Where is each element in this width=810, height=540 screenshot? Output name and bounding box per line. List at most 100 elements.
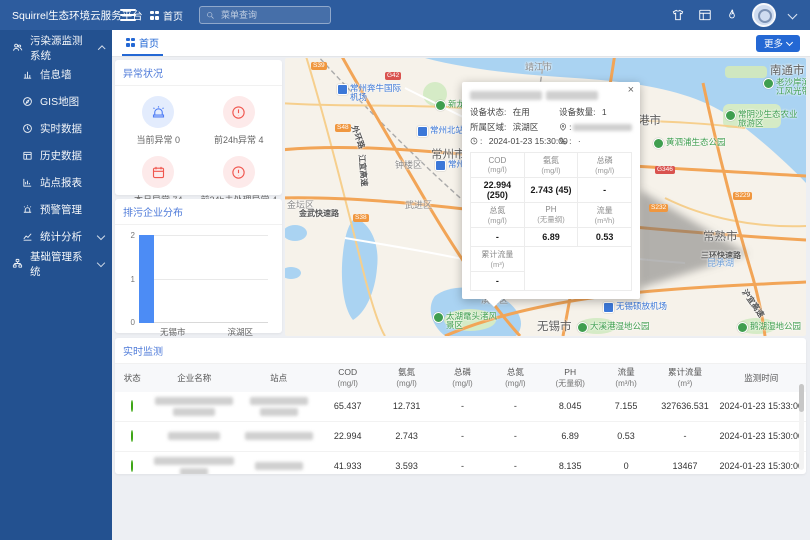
map-label-nantong: 南通市 [770, 62, 805, 78]
station-name-redacted [240, 397, 317, 416]
table-row[interactable]: 22.9942.743 -- 6.890.53 -2024-01-23 15:3… [115, 421, 806, 451]
topbar-home-label: 首页 [163, 8, 183, 23]
chevron-up-icon [97, 45, 105, 53]
region: 所属区域: 滨湖区 [470, 121, 559, 133]
poi-label: 老沙岸滨江风光带 [776, 78, 806, 97]
park-icon [435, 100, 446, 111]
gis-map[interactable]: 靖江市 南通市 张家港市 常州市 钟楼区 武进区 金坛区 金武快速路 无锡市 滨… [285, 58, 806, 336]
sidebar: 污染源监测系统 信息墙 GIS地图 实时数据 历史数据 站点报表 预警管理 [0, 30, 112, 540]
alert-circle-icon [231, 105, 246, 120]
hamburger-menu-icon[interactable] [120, 9, 136, 21]
train-icon [435, 160, 446, 171]
topbar-home-link[interactable]: 首页 [150, 8, 183, 23]
poi-shuofang-airport[interactable]: 无锡硕放机场 [603, 302, 667, 313]
park-icon [763, 78, 774, 89]
clock-icon [22, 123, 33, 134]
dashboard-page: 异常状况 当前异常 0 前24h异常 4 本月异常 74 前24h未处理异常 4… [112, 56, 810, 540]
poi-label: 无锡硕放机场 [616, 302, 667, 311]
sidebar-item-station-report[interactable]: 站点报表 [0, 169, 112, 196]
search-input[interactable] [219, 9, 324, 21]
tab-home[interactable]: 首页 [122, 30, 163, 56]
phone: : · [559, 136, 632, 146]
sidebar-item-info-wall[interactable]: 信息墙 [0, 61, 112, 88]
company-name-redacted [151, 457, 238, 474]
user-menu-chevron-down-icon[interactable] [788, 9, 798, 19]
info-wall-icon [22, 69, 33, 80]
stat-value: 0 [175, 135, 180, 145]
user-avatar[interactable] [752, 3, 776, 27]
location-pin-icon [559, 123, 567, 131]
road-badge: S229 [733, 192, 752, 200]
layout-size-icon[interactable] [698, 8, 712, 22]
tab-bar: 首页 更多 [112, 30, 810, 57]
flame-icon[interactable] [725, 8, 739, 22]
scrollbar-track[interactable] [799, 384, 804, 470]
sidebar-item-label: 信息墙 [40, 67, 72, 82]
stat-label: 前24h异常 [214, 135, 256, 145]
park-icon [577, 322, 588, 333]
calendar-icon [151, 165, 166, 180]
menu-search[interactable] [199, 6, 331, 24]
road-badge: S39 [311, 62, 327, 70]
enterprise-distribution-panel: 排污企业分布 2 1 0 无锡市 滨湖区 [115, 199, 282, 333]
stat-label: 当前异常 [136, 135, 172, 145]
top-bar: Squirrel生态环境云服务平台 首页 [0, 0, 810, 30]
tn-value: - [471, 228, 525, 247]
status-online-dot [131, 400, 133, 412]
users-icon [12, 42, 23, 53]
poi-yuantouzhu-scenic[interactable]: 太湖鼋头渚风景区 [433, 312, 501, 331]
siren-icon [22, 204, 33, 215]
scrollbar-thumb[interactable] [799, 384, 804, 412]
poi-laoshaan-riverside[interactable]: 老沙岸滨江风光带 [763, 78, 806, 97]
sidebar-item-label: 站点报表 [40, 175, 82, 190]
x-category: 无锡市 [139, 326, 207, 338]
road-badge: S232 [649, 204, 668, 212]
sidebar-item-realtime-data[interactable]: 实时数据 [0, 115, 112, 142]
poi-label: 鹅湖湿地公园 [750, 322, 801, 331]
device-status: 设备状态: 在用 [470, 106, 559, 118]
bar-chart-icon [22, 177, 33, 188]
poi-ehu-wetland[interactable]: 鹅湖湿地公园 [737, 322, 801, 333]
app-logo: Squirrel生态环境云服务平台 [0, 8, 112, 23]
poi-label: 太湖鼋头渚风景区 [446, 312, 501, 331]
company-name-redacted [151, 432, 238, 440]
road-badge: G346 [655, 166, 675, 174]
park-icon [737, 322, 748, 333]
close-icon[interactable]: × [628, 85, 634, 96]
sidebar-item-statistics[interactable]: 统计分析 [0, 223, 112, 250]
tp-value: - [578, 178, 632, 203]
poi-changzhou-north-station[interactable]: 常州北站 [417, 126, 464, 137]
siren-icon [151, 105, 166, 120]
sidebar-item-label: 预警管理 [40, 202, 82, 217]
poi-label: 大溪港湿地公园 [590, 322, 650, 331]
map-label-changshu: 常熟市 [703, 228, 738, 244]
theme-skin-icon[interactable] [671, 8, 685, 22]
airport-icon [603, 302, 614, 313]
line-chart-icon [22, 231, 33, 242]
sidebar-item-history-data[interactable]: 历史数据 [0, 142, 112, 169]
stat-value: 4 [259, 135, 264, 145]
park-icon [725, 110, 736, 121]
sidebar-item-gis-map[interactable]: GIS地图 [0, 88, 112, 115]
sidebar-group-pollution-monitoring[interactable]: 污染源监测系统 [0, 34, 112, 61]
more-button[interactable]: 更多 [756, 35, 800, 52]
ph-value: 6.89 [524, 228, 578, 247]
panel-title: 异常状况 [115, 60, 282, 86]
status-online-dot [131, 460, 133, 472]
table-row[interactable]: 65.43712.731 -- 8.0457.155 327636.531202… [115, 392, 806, 422]
table-row[interactable]: 41.9333.593 -- 8.1350 134672024-01-23 15… [115, 451, 806, 474]
device-count: 设备数量: 1 [559, 106, 632, 118]
status-online-dot [131, 430, 133, 442]
sidebar-group-basic-management[interactable]: 基础管理系统 [0, 250, 112, 277]
sidebar-group-label: 污染源监测系统 [30, 33, 92, 63]
y-tick: 0 [125, 318, 135, 327]
map-label-jinwu-expwy: 金武快速路 [299, 208, 339, 219]
sidebar-item-alert-management[interactable]: 预警管理 [0, 196, 112, 223]
poi-daxigang-wetland[interactable]: 大溪港湿地公园 [577, 322, 650, 333]
poi-changzhou-airport[interactable]: 常州奔牛国际机场 [337, 84, 401, 103]
poi-huangsipu-park[interactable]: 黄泗浦生态公园 [653, 138, 726, 149]
park-icon [433, 312, 444, 323]
road-badge: G42 [385, 72, 401, 80]
poi-changyinsha-tourist-area[interactable]: 常阴沙生态农业旅游区 [725, 110, 799, 129]
monitor-time: : 2024-01-23 15:30:00 [470, 136, 559, 146]
